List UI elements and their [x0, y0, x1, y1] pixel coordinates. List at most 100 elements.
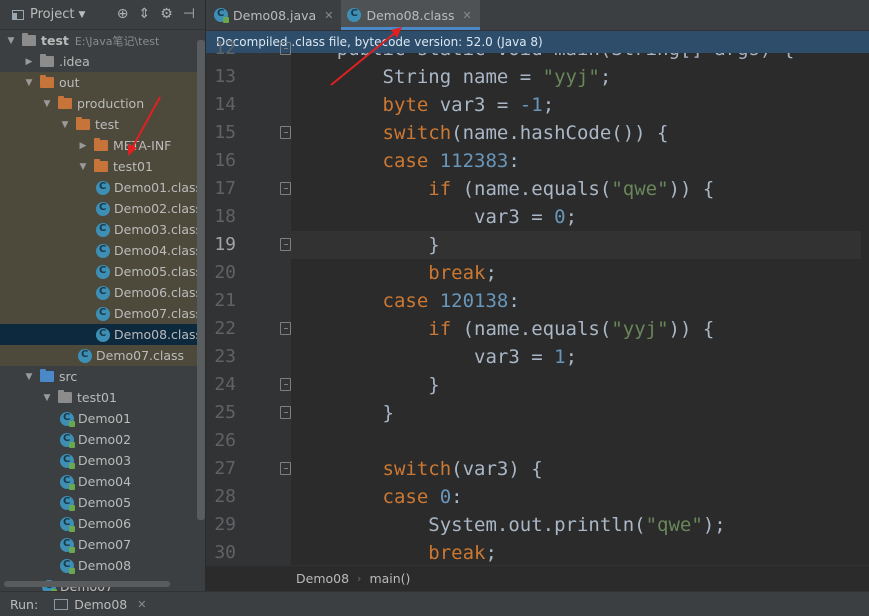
fold-icon[interactable]: [280, 406, 291, 419]
code-token: case: [291, 290, 440, 312]
locate-icon[interactable]: ⊕: [117, 6, 129, 22]
tree-item[interactable]: ▼ test01: [0, 156, 205, 177]
code-view[interactable]: public static void main(String[] args) {…: [291, 53, 869, 565]
code-token: if: [291, 318, 463, 340]
tree-item-label: test01: [113, 159, 153, 174]
line-number: 23: [214, 346, 236, 367]
code-line: var3 = 0;: [291, 203, 577, 231]
tree-vertical-scrollbar[interactable]: [197, 30, 205, 585]
expanded-arrow-icon[interactable]: ▼: [78, 162, 88, 172]
collapse-icon[interactable]: ⇕: [139, 6, 151, 22]
line-number: 27: [214, 458, 236, 479]
chevron-down-icon[interactable]: ▼: [78, 10, 85, 20]
code-line: }: [291, 399, 394, 427]
class-icon: [96, 201, 110, 216]
tree-item[interactable]: Demo08.class: [0, 324, 205, 345]
class-icon: [96, 180, 110, 195]
fold-icon[interactable]: [280, 378, 291, 391]
code-token: break: [291, 542, 486, 564]
tree-item[interactable]: ▼ src: [0, 366, 205, 387]
tree-item[interactable]: ▶ .idea: [0, 51, 205, 72]
fold-icon[interactable]: [280, 42, 291, 55]
expanded-arrow-icon[interactable]: ▼: [24, 372, 34, 382]
code-token: if: [291, 178, 463, 200]
tree-item[interactable]: ▶ META-INF: [0, 135, 205, 156]
class-icon: [60, 516, 75, 532]
line-number: 19: [214, 234, 236, 255]
code-token: switch: [291, 122, 452, 144]
tree-item[interactable]: Demo01: [0, 408, 205, 429]
tree-item-label: Demo04: [78, 474, 132, 489]
editor-area: Demo08.java ✕ Demo08.class ✕ Decompiled .cl…: [206, 0, 869, 591]
tree-item-label: Demo07.class: [96, 348, 185, 363]
tree-item[interactable]: Demo03: [0, 450, 205, 471]
line-number: 12: [214, 38, 236, 59]
breadcrumb-class[interactable]: Demo08: [296, 571, 349, 586]
code-line: case 0:: [291, 483, 463, 511]
code-token: String name =: [291, 66, 543, 88]
code-line: if (name.equals("qwe")) {: [291, 175, 714, 203]
tree-item[interactable]: Demo02: [0, 429, 205, 450]
editor-tab[interactable]: Demo08.class ✕: [341, 0, 481, 30]
expanded-arrow-icon[interactable]: ▼: [42, 99, 52, 109]
run-tab[interactable]: Demo08 ✕: [54, 597, 146, 612]
tree-item[interactable]: Demo07.class: [0, 303, 205, 324]
tree-item-label: production: [77, 96, 145, 111]
editor-vertical-scrollbar[interactable]: [861, 53, 869, 565]
tree-item[interactable]: Demo05: [0, 492, 205, 513]
tree-item[interactable]: Demo04.class: [0, 240, 205, 261]
tree-item[interactable]: Demo04: [0, 471, 205, 492]
line-number: 20: [214, 262, 236, 283]
tree-item[interactable]: Demo03.class: [0, 219, 205, 240]
close-icon[interactable]: ✕: [137, 598, 146, 611]
project-title[interactable]: Project: [30, 7, 74, 22]
close-icon[interactable]: ✕: [463, 9, 472, 22]
tree-item[interactable]: Demo08: [0, 555, 205, 576]
code-line: byte var3 = -1;: [291, 91, 555, 119]
expanded-arrow-icon[interactable]: ▼: [24, 78, 34, 88]
folder-icon: [94, 159, 108, 172]
run-tab-label[interactable]: Demo08: [74, 597, 127, 612]
code-token: var3 =: [439, 94, 520, 116]
tree-item[interactable]: ▼ test01: [0, 387, 205, 408]
scrollbar-thumb[interactable]: [197, 40, 205, 520]
hide-icon[interactable]: ⊣: [183, 6, 195, 22]
tree-item[interactable]: ▼ test: [0, 114, 205, 135]
tree-item[interactable]: ▼ out: [0, 72, 205, 93]
tree-item[interactable]: Demo05.class: [0, 261, 205, 282]
code-token: ;: [485, 542, 497, 564]
fold-icon[interactable]: [280, 238, 291, 251]
line-number: 24: [214, 374, 236, 395]
gear-icon[interactable]: ⚙: [160, 6, 173, 22]
project-header[interactable]: Project ▼ ⊕ ⇕ ⚙ ⊣: [0, 0, 205, 30]
breadcrumb-method[interactable]: main(): [369, 571, 410, 586]
expanded-arrow-icon[interactable]: ▼: [60, 120, 70, 130]
tree-item[interactable]: Demo07.class: [0, 345, 205, 366]
fold-icon[interactable]: [280, 462, 291, 475]
line-number: 14: [214, 94, 236, 115]
expanded-arrow-icon[interactable]: ▼: [6, 36, 16, 46]
collapsed-arrow-icon[interactable]: ▶: [78, 141, 88, 151]
expanded-arrow-icon[interactable]: ▼: [42, 393, 52, 403]
code-token: "yyj": [611, 318, 669, 340]
code-token: )) {: [668, 318, 715, 340]
tree-item[interactable]: Demo06: [0, 513, 205, 534]
tree-item[interactable]: Demo07: [0, 534, 205, 555]
collapsed-arrow-icon[interactable]: ▶: [24, 57, 34, 67]
fold-icon[interactable]: [280, 126, 291, 139]
code-line: public static void main(String[] args) {: [291, 53, 795, 63]
tree-item-label: Demo01.class: [114, 180, 203, 195]
code-token: "qwe": [645, 514, 703, 536]
fold-icon[interactable]: [280, 182, 291, 195]
tree-item-label: Demo06: [78, 516, 132, 531]
tree-item[interactable]: Demo06.class: [0, 282, 205, 303]
tree-horizontal-scrollbar[interactable]: [4, 581, 170, 587]
fold-icon[interactable]: [280, 322, 291, 335]
tree-item[interactable]: ▼ test E:\Java笔记\test: [0, 30, 205, 51]
tree-item-label: src: [59, 369, 78, 384]
tree-item[interactable]: Demo02.class: [0, 198, 205, 219]
tree-item[interactable]: Demo01.class: [0, 177, 205, 198]
tree-item[interactable]: ▼ production: [0, 93, 205, 114]
close-icon[interactable]: ✕: [324, 9, 333, 22]
editor-tab[interactable]: Demo08.java ✕: [208, 0, 341, 30]
